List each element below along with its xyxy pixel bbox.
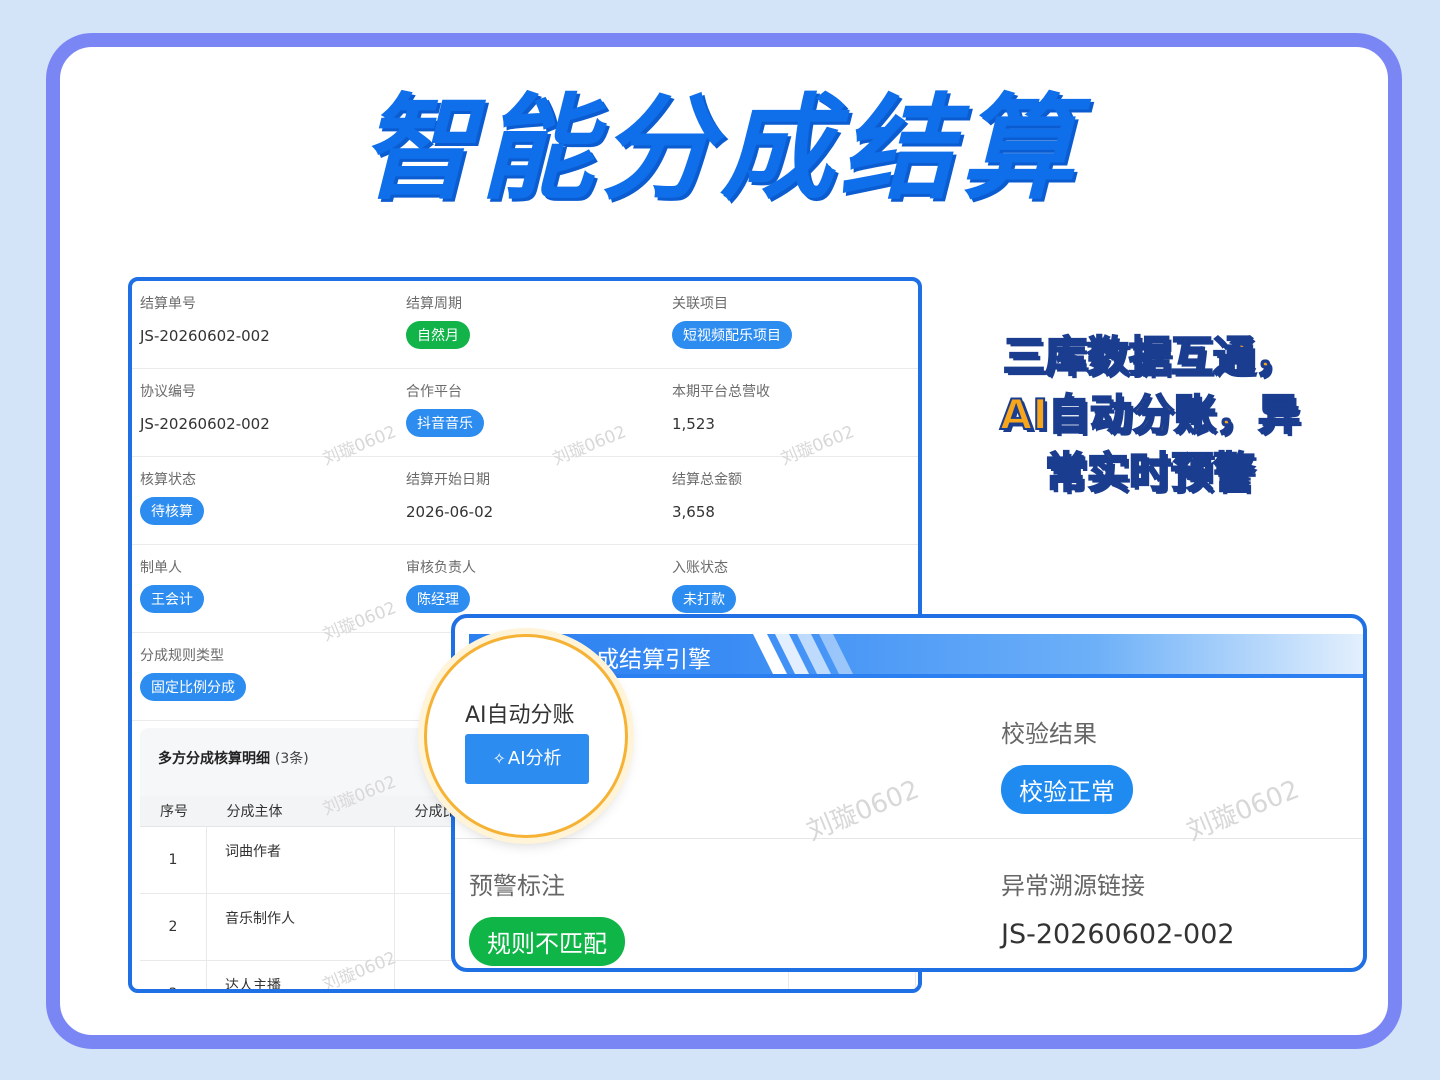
field-cell: 合作平台 抖音音乐 (406, 381, 666, 437)
ai-analyze-button[interactable]: ✧ AI分析 (465, 734, 589, 784)
hero-title: 智能分成结算 (359, 82, 1080, 215)
field-tag: 固定比例分成 (140, 673, 246, 701)
field-cell: 结算周期 自然月 (406, 293, 666, 349)
field-cell: 制单人 王会计 (140, 557, 400, 613)
field-cell: 核算状态 待核算 (140, 469, 400, 525)
field-tag: 王会计 (140, 585, 204, 613)
row-party: 达人主播 (206, 960, 395, 989)
field-cell: 结算总金额 3,658 (672, 469, 918, 521)
field-value: JS-20260602-002 (140, 327, 270, 345)
header-stripes-icon (753, 634, 853, 674)
field-cell: 本期平台总营收 1,523 (672, 381, 918, 433)
col-party: 分成主体 (206, 796, 395, 827)
field-cell: 协议编号 JS-20260602-002 (140, 381, 400, 433)
field-cell: 结算开始日期 2026-06-02 (406, 469, 666, 521)
field-label: 合作平台 (406, 384, 462, 400)
trace-link-label: 异常溯源链接 (1001, 872, 1145, 900)
detail-title-text: 多方分成核算明细 (158, 751, 270, 767)
tagline: 三库数据互通， AI自动分账，异 常实时预警 (960, 328, 1340, 502)
field-label: 结算总金额 (672, 472, 742, 488)
row-index: 2 (140, 893, 207, 961)
row-index: 3 (140, 960, 207, 989)
field-value: JS-20260602-002 (140, 415, 270, 433)
field-label: 协议编号 (140, 384, 196, 400)
field-label: 分成规则类型 (140, 648, 224, 664)
watermark: 刘璇0602 (1182, 774, 1304, 847)
row-party: 音乐制作人 (206, 893, 395, 961)
field-label: 核算状态 (140, 472, 196, 488)
field-label: 结算周期 (406, 296, 462, 312)
field-tag: 抖音音乐 (406, 409, 484, 437)
field-label: 结算单号 (140, 296, 196, 312)
field-tag: 未打款 (672, 585, 736, 613)
field-value: 1,523 (672, 415, 715, 433)
field-cell: 结算单号 JS-20260602-002 (140, 293, 400, 345)
tagline-line-2: AI自动分账，异 (999, 389, 1301, 440)
tagline-line-1: 三库数据互通， (1002, 331, 1298, 382)
warning-mark-tag: 规则不匹配 (469, 917, 625, 966)
check-result-tag: 校验正常 (1001, 765, 1133, 814)
row-index: 1 (140, 826, 207, 894)
trace-link-value[interactable]: JS-20260602-002 (1001, 919, 1235, 950)
col-index: 序号 (140, 796, 207, 827)
field-cell: 分成规则类型固定比例分成 (140, 645, 400, 701)
field-row: 核算状态 待核算 结算开始日期 2026-06-02 结算总金额 3,658 (132, 457, 918, 545)
field-tag: 自然月 (406, 321, 470, 349)
field-label: 制单人 (140, 560, 182, 576)
field-label: 结算开始日期 (406, 472, 490, 488)
detail-title: 多方分成核算明细 (3条) (158, 748, 309, 768)
row-party: 词曲作者 (206, 826, 395, 894)
field-cell: 审核负责人 陈经理 (406, 557, 666, 613)
trace-link: 异常溯源链接 JS-20260602-002 (1001, 866, 1235, 950)
watermark: 刘璇0602 (802, 774, 924, 847)
field-tag: 待核算 (140, 497, 204, 525)
warning-mark-label: 预警标注 (469, 872, 565, 900)
field-row: 结算单号 JS-20260602-002 结算周期 自然月 关联项目 短视频配乐项目 (132, 281, 918, 369)
magnifier-callout: AI自动分账 ✧ AI分析 (424, 634, 628, 838)
engine-divider (455, 838, 1363, 839)
detail-count: (3条) (274, 751, 309, 767)
field-cell: 关联项目短视频配乐项目 (672, 293, 918, 349)
magic-wand-icon: ✧ (492, 749, 506, 768)
field-label: 关联项目 (672, 296, 728, 312)
check-result: 校验结果 校验正常 (1001, 714, 1133, 814)
field-value: 2026-06-02 (406, 503, 494, 521)
field-tag: 短视频配乐项目 (672, 321, 792, 349)
field-tag: 陈经理 (406, 585, 470, 613)
field-label: 审核负责人 (406, 560, 476, 576)
check-result-label: 校验结果 (1001, 720, 1097, 748)
field-cell: 入账状态 未打款 (672, 557, 918, 613)
tagline-line-3: 常实时预警 (1044, 447, 1256, 498)
ai-split-label: AI自动分账 (465, 703, 575, 728)
field-label: 本期平台总营收 (672, 384, 770, 400)
field-value: 3,658 (672, 503, 715, 521)
field-row: 协议编号 JS-20260602-002 合作平台 抖音音乐 本期平台总营收 1,523 (132, 369, 918, 457)
field-label: 入账状态 (672, 560, 728, 576)
warning-mark: 预警标注 规则不匹配 (469, 866, 625, 966)
ai-analyze-label: AI分析 (507, 748, 562, 769)
